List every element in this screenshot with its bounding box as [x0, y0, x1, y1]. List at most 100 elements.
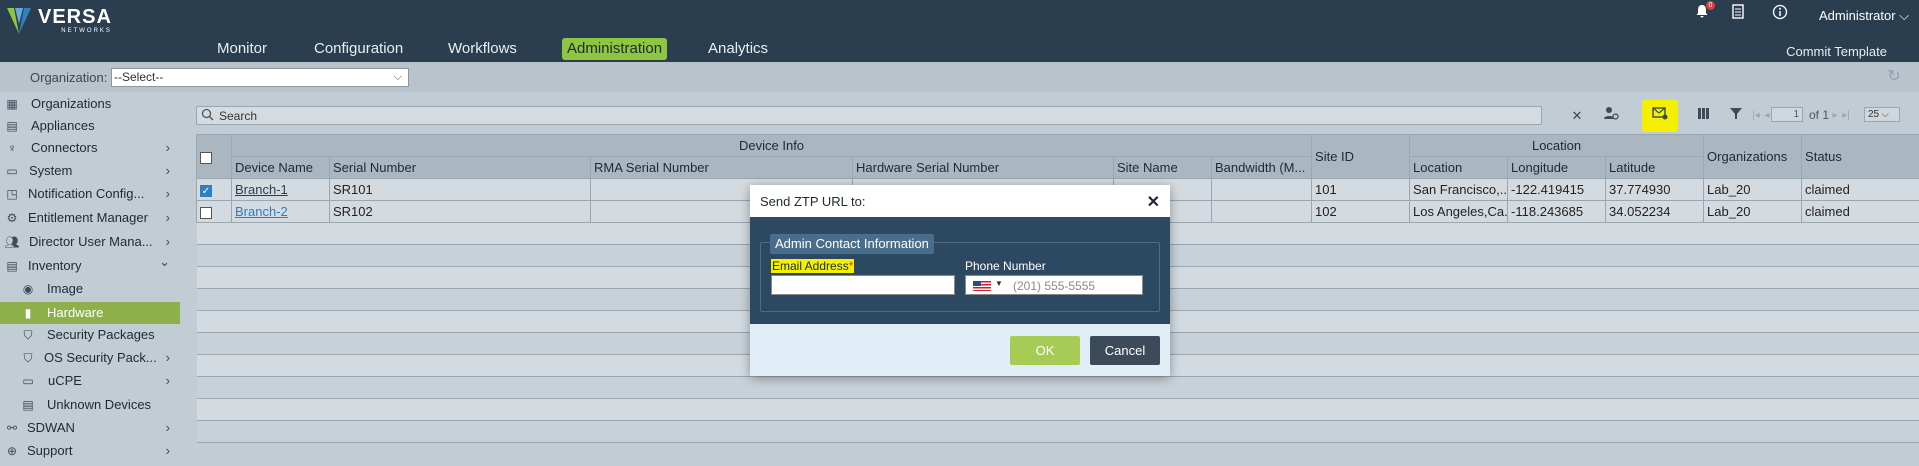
- nav-monitor[interactable]: Monitor: [217, 38, 267, 60]
- email-address-field[interactable]: [771, 275, 955, 295]
- nav-administration[interactable]: Administration: [562, 38, 668, 60]
- refresh-icon[interactable]: ↻: [1885, 68, 1903, 86]
- serial-number-cell: SR101: [329, 178, 591, 201]
- ok-button[interactable]: OK: [1010, 336, 1080, 365]
- shield-icon: ⛉: [23, 351, 33, 365]
- sidebar-item-label: Entitlement Manager: [28, 210, 148, 225]
- chevron-down-icon: ⌵: [393, 71, 402, 83]
- sidebar-item-unknown-devices[interactable]: ▤ Unknown Devices: [0, 394, 180, 416]
- support-icon: ⊕: [6, 444, 18, 458]
- column-header-serial-number[interactable]: Serial Number: [329, 156, 591, 179]
- column-header-site-name[interactable]: Site Name: [1113, 156, 1212, 179]
- empty-row: [196, 398, 1919, 421]
- nav-workflows[interactable]: Workflows: [448, 38, 517, 60]
- organization-cell: Lab_20: [1703, 200, 1803, 223]
- organization-label: Organization:: [30, 70, 108, 85]
- chevron-right-icon: ›: [165, 420, 170, 435]
- sidebar-item-label: Organizations: [31, 96, 112, 111]
- bell-icon[interactable]: 0: [1693, 1, 1715, 22]
- page-size-select[interactable]: 25 ⌵: [1864, 107, 1900, 122]
- table-toolbar: ✕ |◂ ◂ 1 of 1 ▸ ▸| 25 ⌵: [196, 100, 1919, 132]
- row-checkbox[interactable]: ✓: [200, 184, 212, 197]
- nav-configuration[interactable]: Configuration: [314, 38, 403, 60]
- organization-select[interactable]: --Select-- ⌵: [111, 68, 409, 87]
- sidebar-item-director-user-management[interactable]: 👥︎ Director User Mana... ›: [0, 231, 180, 253]
- column-header-organizations[interactable]: Organizations: [1703, 134, 1803, 179]
- document-icon[interactable]: [1729, 4, 1747, 22]
- page-number-input[interactable]: 1: [1771, 107, 1803, 122]
- cancel-button[interactable]: Cancel: [1090, 336, 1160, 365]
- sidebar-item-system[interactable]: ▭ System ›: [0, 160, 180, 182]
- sidebar-item-label: Security Packages: [47, 327, 155, 342]
- caret-down-icon[interactable]: ▼: [995, 279, 1003, 288]
- chevron-right-icon: ›: [165, 186, 170, 201]
- bandwidth-cell: [1210, 200, 1313, 223]
- longitude-cell: -118.243685: [1507, 200, 1607, 223]
- column-header-hardware-serial-number[interactable]: Hardware Serial Number: [852, 156, 1114, 179]
- dialog-footer: OK Cancel: [750, 324, 1170, 376]
- chevron-right-icon: ›: [165, 373, 170, 388]
- send-ztp-url-icon[interactable]: [1651, 106, 1669, 125]
- user-menu[interactable]: Administrator ⌵: [1819, 8, 1909, 24]
- sidebar-item-support[interactable]: ⊕ Support ›: [0, 440, 180, 462]
- sidebar-item-label: Unknown Devices: [47, 397, 152, 412]
- chevron-right-icon: ›: [165, 234, 170, 249]
- column-header-bandwidth[interactable]: Bandwidth (M...: [1210, 156, 1313, 179]
- user-name: Administrator: [1819, 8, 1896, 23]
- sidebar-item-os-security-packages[interactable]: ⛉ OS Security Pack... ›: [0, 347, 180, 369]
- row-checkbox[interactable]: [200, 206, 212, 219]
- select-all-header: [196, 134, 232, 179]
- admin-contact-legend: Admin Contact Information: [770, 234, 934, 254]
- sidebar-item-notification-config[interactable]: ◳ Notification Config... ›: [0, 183, 180, 205]
- assign-user-icon[interactable]: [1602, 106, 1620, 125]
- select-all-checkbox[interactable]: [200, 151, 212, 164]
- sidebar-item-inventory[interactable]: ▤ Inventory ⌄: [0, 254, 180, 277]
- device-name-link[interactable]: Branch-1: [235, 182, 288, 197]
- serial-number-cell: SR102: [329, 200, 591, 223]
- filter-icon[interactable]: [1727, 106, 1745, 125]
- status-cell: claimed: [1801, 178, 1919, 201]
- sidebar-item-image[interactable]: ◉ Image: [0, 278, 180, 300]
- column-header-device-name[interactable]: Device Name: [231, 156, 330, 179]
- device-name-cell: Branch-1: [231, 178, 330, 201]
- column-header-location[interactable]: Location: [1409, 156, 1509, 179]
- last-page-icon[interactable]: ▸|: [1837, 106, 1855, 125]
- hardware-icon: ▮: [24, 306, 32, 320]
- chevron-right-icon: ›: [165, 350, 170, 365]
- sidebar-item-hardware[interactable]: ▮ Hardware: [0, 302, 180, 324]
- logo-name: VERSA: [38, 6, 112, 28]
- chevron-down-icon: ⌵: [1899, 8, 1910, 23]
- search-input[interactable]: [219, 108, 1519, 123]
- sidebar-item-connectors[interactable]: ♆ Connectors ›: [0, 137, 180, 159]
- sidebar-item-sdwan[interactable]: ⚯ SDWAN ›: [0, 417, 180, 439]
- close-icon[interactable]: ✕: [1147, 192, 1160, 212]
- nav-analytics[interactable]: Analytics: [708, 38, 768, 60]
- columns-icon[interactable]: [1694, 106, 1712, 125]
- phone-number-field[interactable]: ▼ (201) 555-5555: [965, 275, 1143, 295]
- device-name-link[interactable]: Branch-2: [235, 204, 288, 219]
- sidebar-item-label: Hardware: [47, 305, 104, 320]
- organization-cell: Lab_20: [1703, 178, 1803, 201]
- search-box: [196, 106, 1542, 125]
- commit-template-link[interactable]: Commit Template: [1786, 44, 1887, 59]
- sidebar-item-entitlement-manager[interactable]: ⚙ Entitlement Manager ›: [0, 207, 180, 229]
- column-header-site-id[interactable]: Site ID: [1311, 134, 1411, 179]
- sidebar-item-security-packages[interactable]: ⛉ Security Packages: [0, 324, 180, 346]
- us-flag-icon[interactable]: [973, 281, 991, 291]
- column-header-status[interactable]: Status: [1801, 134, 1919, 179]
- sidebar-item-ucpe[interactable]: ▭ uCPE ›: [0, 370, 180, 392]
- chevron-right-icon: ›: [165, 163, 170, 178]
- info-icon[interactable]: [1771, 4, 1789, 22]
- column-header-rma-serial-number[interactable]: RMA Serial Number: [590, 156, 853, 179]
- sidebar-item-appliances[interactable]: ▤ Appliances: [0, 115, 180, 137]
- column-header-latitude[interactable]: Latitude: [1605, 156, 1705, 179]
- sidebar-item-organizations[interactable]: ▦ Organizations: [0, 93, 180, 115]
- column-header-longitude[interactable]: Longitude: [1507, 156, 1607, 179]
- chevron-down-icon: ⌵: [1881, 109, 1889, 119]
- versa-logo[interactable]: VERSA NETWORKS: [6, 6, 112, 36]
- tools-icon[interactable]: ✕: [1568, 106, 1586, 125]
- versa-logo-icon: [7, 8, 31, 34]
- appliances-icon: ▤: [6, 119, 18, 133]
- chevron-right-icon: ›: [165, 443, 170, 458]
- site-id-cell: 101: [1311, 178, 1411, 201]
